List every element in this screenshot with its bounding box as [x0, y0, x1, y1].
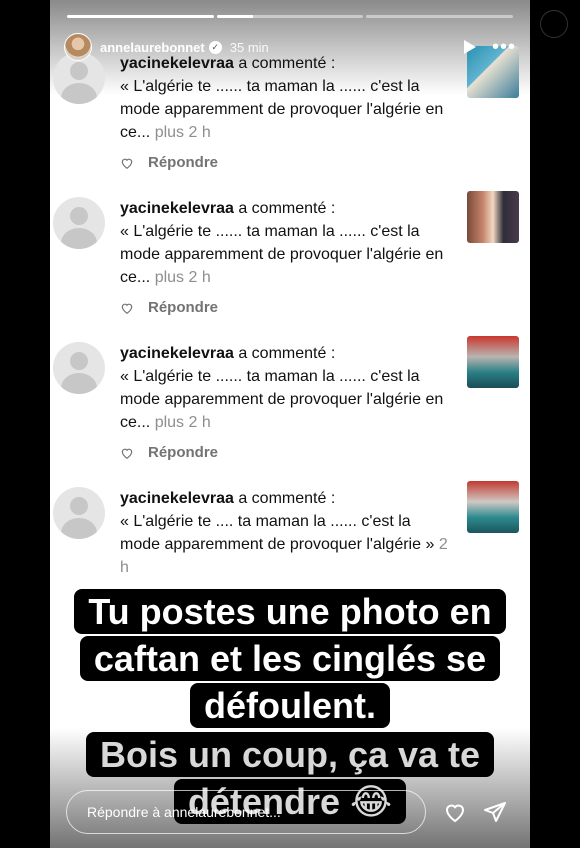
- reply-input[interactable]: Répondre à annelaurebonnet...: [66, 790, 426, 834]
- username[interactable]: annelaurebonnet: [100, 40, 205, 55]
- heart-icon[interactable]: [120, 156, 134, 170]
- commenter-avatar: [53, 487, 105, 539]
- reply-placeholder: Répondre à annelaurebonnet...: [87, 804, 281, 820]
- comment-text: yacinekelevraa a commenté : « L'algérie …: [120, 342, 455, 434]
- comment-item: yacinekelevraa a commenté : « L'algérie …: [50, 336, 530, 472]
- more-options-icon[interactable]: •••: [492, 37, 516, 57]
- post-thumbnail[interactable]: [467, 191, 519, 243]
- reply-label[interactable]: Répondre: [148, 299, 218, 316]
- like-heart-icon[interactable]: [442, 800, 468, 824]
- comment-item: yacinekelevraa a commenté : « L'algérie …: [50, 46, 530, 182]
- comment-username: yacinekelevraa: [120, 345, 234, 362]
- reply-label[interactable]: Répondre: [148, 444, 218, 461]
- avatar[interactable]: [64, 33, 92, 61]
- comment-more: plus: [154, 269, 185, 286]
- comment-more: plus: [154, 414, 185, 431]
- story-frame: annelaurebonnet ✓ 35 min ••• yacinekelev…: [50, 0, 530, 848]
- reply-button[interactable]: Répondre: [120, 299, 218, 316]
- comment-username: yacinekelevraa: [120, 490, 234, 507]
- commenter-avatar: [53, 197, 105, 249]
- story-caption-main: Tu postes une photo en caftan et les cin…: [50, 588, 530, 729]
- comment-action: a commenté :: [238, 490, 336, 507]
- comment-time: 2 h: [188, 414, 211, 431]
- comment-text: yacinekelevraa a commenté : « L'algérie …: [120, 52, 455, 144]
- comment-text: yacinekelevraa a commenté : « L'algérie …: [120, 197, 455, 289]
- send-icon[interactable]: [483, 800, 507, 824]
- post-thumbnail[interactable]: [467, 481, 519, 533]
- progress-segment: [67, 15, 214, 18]
- commenter-avatar: [53, 342, 105, 394]
- post-time: 35 min: [229, 39, 269, 55]
- comment-text: yacinekelevraa a commenté : « L'algérie …: [120, 487, 455, 579]
- comment-more: plus: [154, 124, 185, 141]
- story-progress: [67, 15, 514, 18]
- heart-icon[interactable]: [120, 446, 134, 460]
- comment-body: « L'algérie te .... ta maman la ...... c…: [120, 513, 435, 553]
- comment-action: a commenté :: [238, 200, 336, 217]
- comment-item: yacinekelevraa a commenté : « L'algérie …: [50, 191, 530, 327]
- reply-label[interactable]: Répondre: [148, 154, 218, 171]
- comment-time: 2 h: [188, 124, 211, 141]
- story-header: annelaurebonnet ✓ 35 min •••: [64, 33, 516, 61]
- reply-button[interactable]: Répondre: [120, 444, 218, 461]
- reply-button[interactable]: Répondre: [120, 154, 218, 171]
- caption-text: Tu postes une photo en caftan et les cin…: [74, 589, 506, 728]
- progress-segment: [216, 15, 364, 18]
- comment-time: 2 h: [188, 269, 211, 286]
- comment-action: a commenté :: [238, 345, 336, 362]
- verified-badge-icon: ✓: [208, 40, 222, 54]
- heart-icon[interactable]: [120, 301, 134, 315]
- post-thumbnail[interactable]: [467, 336, 519, 388]
- play-icon[interactable]: [463, 40, 476, 54]
- progress-segment: [366, 15, 514, 18]
- camera-icon: [540, 10, 568, 38]
- comment-username: yacinekelevraa: [120, 200, 234, 217]
